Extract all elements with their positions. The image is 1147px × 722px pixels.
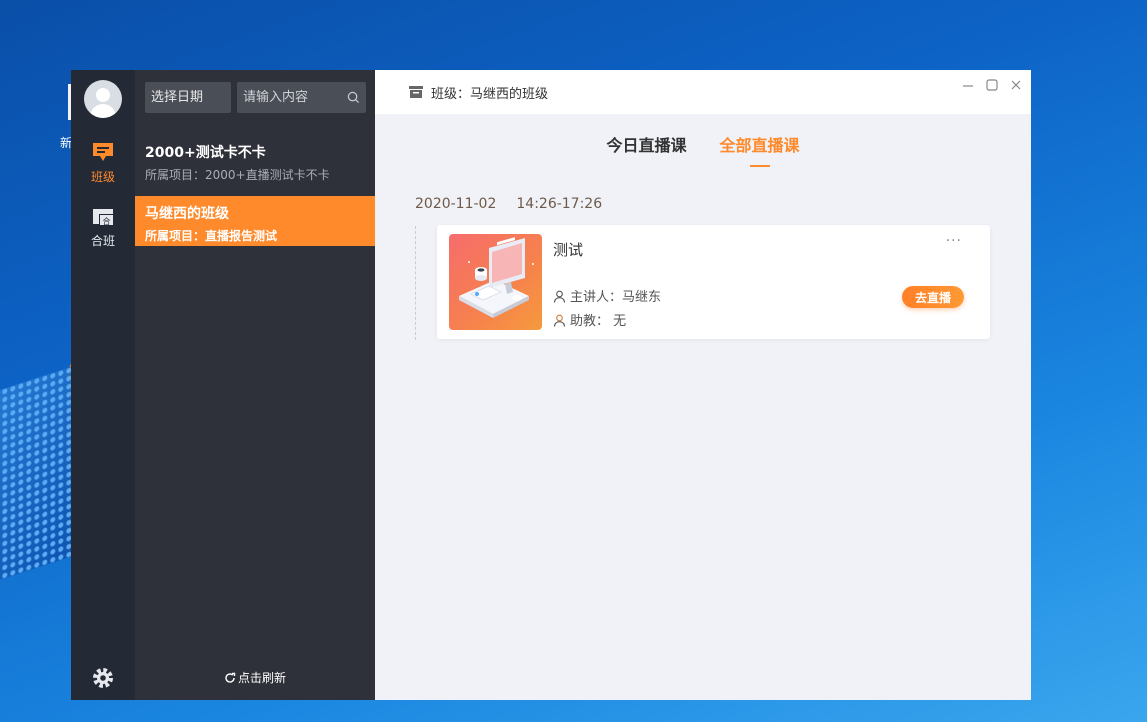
search-box xyxy=(237,82,366,113)
course-card[interactable]: 测试 ··· 主讲人：马继东 助教： 无 去直播 xyxy=(437,225,990,339)
merge-class-icon: 合 xyxy=(93,209,113,226)
course-tabs: 今日直播课 全部直播课 xyxy=(375,132,1031,167)
assistant-info: 助教： 无 xyxy=(553,310,626,329)
app-window: 班级 合 合班 选择日期 请输入内容 2000+测试卡不卡 所属项目：2000+… xyxy=(71,70,1031,700)
class-title: 2000+测试卡不卡 xyxy=(145,145,266,161)
class-subtitle: 所属项目：直播报告测试 xyxy=(145,229,278,243)
lecturer-info: 主讲人：马继东 xyxy=(553,286,661,305)
rail-item-label: 合班 xyxy=(90,234,115,248)
minimize-icon[interactable] xyxy=(961,78,975,92)
class-list-item[interactable]: 2000+测试卡不卡 所属项目：2000+直播测试卡不卡 xyxy=(135,142,375,192)
rail-item-class[interactable]: 班级 xyxy=(71,140,135,185)
gear-icon[interactable] xyxy=(91,666,115,690)
class-header-icon xyxy=(409,86,423,98)
go-live-button[interactable]: 去直播 xyxy=(902,286,964,308)
person-icon xyxy=(553,290,566,303)
close-icon[interactable] xyxy=(1009,78,1023,92)
class-title: 马继西的班级 xyxy=(145,206,229,222)
svg-text:合: 合 xyxy=(103,216,111,226)
date-picker-button[interactable]: 选择日期 xyxy=(145,82,231,113)
tab-all-live[interactable]: 全部直播课 xyxy=(720,132,800,167)
maximize-icon[interactable] xyxy=(985,78,999,92)
class-list-item-selected[interactable]: 马继西的班级 所属项目：直播报告测试 xyxy=(135,196,375,246)
rail-item-label: 班级 xyxy=(90,170,115,184)
tab-today-live[interactable]: 今日直播课 xyxy=(606,132,686,156)
title-bar: 班级：马继西的班级 xyxy=(375,70,1031,114)
rail-item-merge-class[interactable]: 合 合班 xyxy=(71,204,135,249)
class-sidebar: 选择日期 2000+测试卡不卡 所属项目：2000+直播测试卡不卡 马继西的班级… xyxy=(135,70,375,700)
schedule-datetime: 2020-11-02 14:26-17:26 xyxy=(415,196,602,212)
search-icon[interactable] xyxy=(347,91,360,104)
course-thumbnail xyxy=(449,234,542,330)
more-options-icon[interactable]: ··· xyxy=(946,233,962,249)
class-subtitle: 所属项目：2000+直播测试卡不卡 xyxy=(145,168,330,182)
page-title: 班级：马继西的班级 xyxy=(431,86,549,102)
refresh-button[interactable]: 点击刷新 xyxy=(135,669,375,686)
nav-rail: 班级 合 合班 xyxy=(71,70,135,700)
assistant-text: 助教： 无 xyxy=(570,314,627,329)
timeline-line xyxy=(415,226,416,340)
assistant-icon xyxy=(553,314,566,327)
refresh-label: 点击刷新 xyxy=(237,671,286,685)
class-icon xyxy=(93,143,113,161)
computer-illustration-icon xyxy=(459,237,534,318)
refresh-icon xyxy=(225,672,236,683)
avatar[interactable] xyxy=(84,80,122,118)
lecturer-text: 主讲人：马继东 xyxy=(570,290,662,305)
course-title: 测试 xyxy=(553,241,584,259)
main-panel: 班级：马继西的班级 今日直播课 全部直播课 2020-11-02 14:26-17… xyxy=(375,70,1031,700)
schedule-date: 2020-11-02 xyxy=(415,196,497,212)
schedule-time: 14:26-17:26 xyxy=(516,196,603,212)
